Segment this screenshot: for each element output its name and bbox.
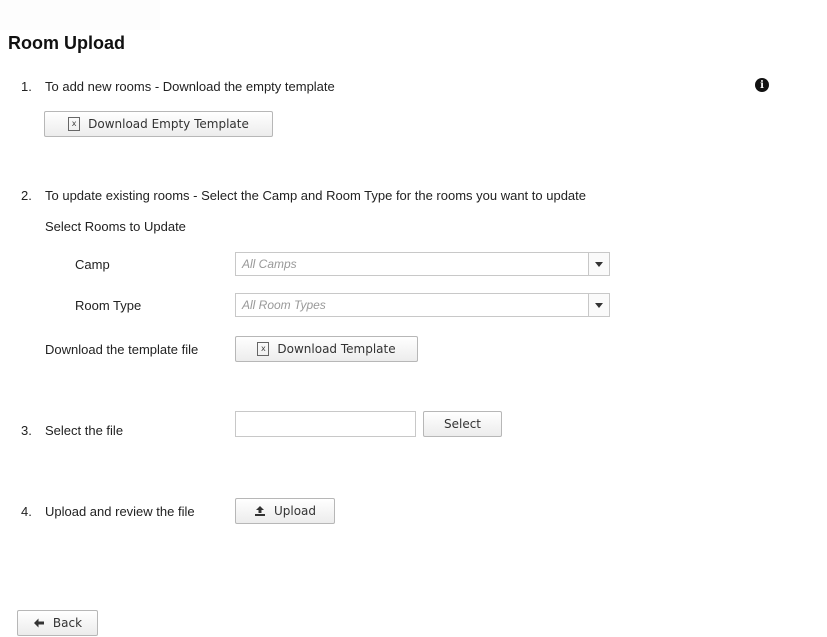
upload-icon bbox=[254, 506, 265, 516]
download-empty-template-button[interactable]: x Download Empty Template bbox=[44, 111, 273, 137]
step-1-number: 1. bbox=[21, 79, 32, 94]
back-button-label: Back bbox=[52, 616, 83, 630]
step-2-text: To update existing rooms - Select the Ca… bbox=[45, 188, 586, 203]
upload-button[interactable]: Upload bbox=[235, 498, 335, 524]
download-template-button-label: Download Template bbox=[277, 342, 396, 356]
room-type-select-value: All Room Types bbox=[242, 298, 326, 312]
room-type-label: Room Type bbox=[75, 298, 142, 313]
download-template-label: Download the template file bbox=[45, 342, 199, 357]
room-type-dropdown-button[interactable] bbox=[588, 294, 609, 316]
select-file-button[interactable]: Select bbox=[423, 411, 502, 437]
chevron-down-icon bbox=[595, 302, 603, 308]
download-empty-template-label: Download Empty Template bbox=[88, 117, 249, 131]
step-4-text: Upload and review the file bbox=[45, 504, 195, 519]
arrow-left-icon bbox=[33, 618, 44, 628]
camp-label: Camp bbox=[75, 257, 110, 272]
excel-file-icon: x bbox=[68, 117, 81, 131]
select-rooms-subheading: Select Rooms to Update bbox=[45, 219, 186, 234]
step-4-number: 4. bbox=[21, 504, 32, 519]
chevron-down-icon bbox=[595, 261, 603, 267]
top-strip bbox=[0, 0, 160, 30]
info-icon[interactable]: i bbox=[755, 78, 769, 92]
back-button[interactable]: Back bbox=[17, 610, 98, 636]
download-template-button[interactable]: x Download Template bbox=[235, 336, 418, 362]
step-3-text: Select the file bbox=[45, 423, 124, 438]
step-3-number: 3. bbox=[21, 423, 32, 438]
camp-select-value: All Camps bbox=[242, 257, 297, 271]
camp-select[interactable]: All Camps bbox=[235, 252, 610, 276]
page-title: Room Upload bbox=[8, 33, 125, 53]
excel-file-icon: x bbox=[257, 342, 270, 356]
camp-dropdown-button[interactable] bbox=[588, 253, 609, 275]
file-path-input[interactable] bbox=[235, 411, 416, 437]
upload-button-label: Upload bbox=[273, 504, 317, 518]
room-type-select[interactable]: All Room Types bbox=[235, 293, 610, 317]
step-1-text: To add new rooms - Download the empty te… bbox=[45, 79, 335, 94]
select-file-button-label: Select bbox=[443, 417, 482, 431]
step-2-number: 2. bbox=[21, 188, 32, 203]
room-upload-page: Room Upload i 1. To add new rooms - Down… bbox=[0, 0, 827, 637]
